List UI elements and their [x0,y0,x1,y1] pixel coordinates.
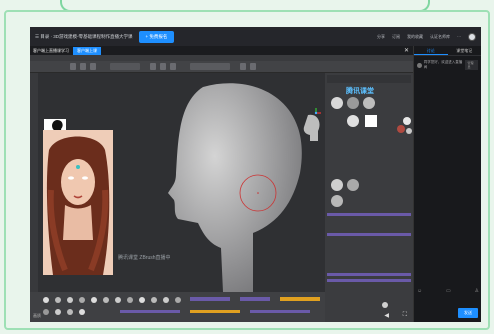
zbrush-canvas: 腾讯课堂 ZBrush直播中 [38,73,325,292]
volume-icon[interactable]: ◀ [384,312,389,319]
axis-gizmo[interactable] [310,107,322,119]
player-toolbar: 客户端上直播课学习 客户端上课 ✕ [30,46,413,55]
list-item: 同学您好，欢迎进入直播间 管理员 [414,56,481,74]
fullscreen-icon[interactable]: ⛶ [403,312,407,319]
action-favorites[interactable]: 我的收藏 [407,34,423,40]
top-bar: ☰ 目录 · 3D游戏建模-零基础课程制作直播大学课 + 免费报名 分享 订阅 … [30,27,481,46]
user-avatar [417,62,422,68]
app-window: ☰ 目录 · 3D游戏建模-零基础课程制作直播大学课 + 免费报名 分享 订阅 … [30,27,481,322]
zbrush-right-palette [325,73,413,322]
action-subscribe[interactable]: 订阅 [392,34,400,40]
emoji-icon[interactable]: ☺ [417,288,422,294]
image-icon[interactable]: ▭ [446,288,451,294]
enroll-button[interactable]: + 免费报名 [138,30,175,43]
action-share[interactable]: 分享 [377,34,385,40]
quality-label[interactable]: 画质 [33,313,41,319]
live-watermark: 腾讯课堂 ZBrush直播中 [118,255,171,261]
course-title[interactable]: ☰ 目录 · 3D游戏建模-零基础课程制作直播大学课 [35,34,133,40]
action-teachers[interactable]: 认证名师库 [430,34,450,40]
avatar[interactable] [468,32,476,41]
sculpt-head [168,83,302,292]
zbrush-left-shelf [30,73,38,292]
tab-notes[interactable]: 课堂笔记 [448,46,482,55]
user-icon[interactable]: ♙ [475,288,479,294]
zbrush-brush-shelf [30,292,325,322]
chat-panel: 讨论 课堂笔记 同学您好，欢迎进入直播间 管理员 ☺ ▭ ♙ 发送 [413,46,481,322]
client-class-button[interactable]: 客户端上课 [73,46,101,55]
message-text: 同学您好，欢迎进入直播间 [423,60,463,69]
client-hint-label: 客户端上直播课学习 [33,47,69,53]
more-menu[interactable]: ··· [457,34,461,39]
brand-logo: 腾讯课堂 [346,88,374,95]
admin-badge: 管理员 [465,60,478,70]
zbrush-toolbar [30,61,413,73]
close-icon[interactable]: ✕ [404,47,409,54]
chat-tabs: 讨论 课堂笔记 [414,46,481,56]
send-button[interactable]: 发送 [458,308,478,318]
tab-discussion[interactable]: 讨论 [414,46,448,55]
chat-tools: ☺ ▭ ♙ [417,288,479,294]
top-actions: 分享 订阅 我的收藏 认证名师库 ··· [377,32,476,41]
video-player[interactable]: 客户端上直播课学习 客户端上课 ✕ 腾讯课堂 ZBrush直播中 腾讯课堂 画质… [30,46,413,322]
